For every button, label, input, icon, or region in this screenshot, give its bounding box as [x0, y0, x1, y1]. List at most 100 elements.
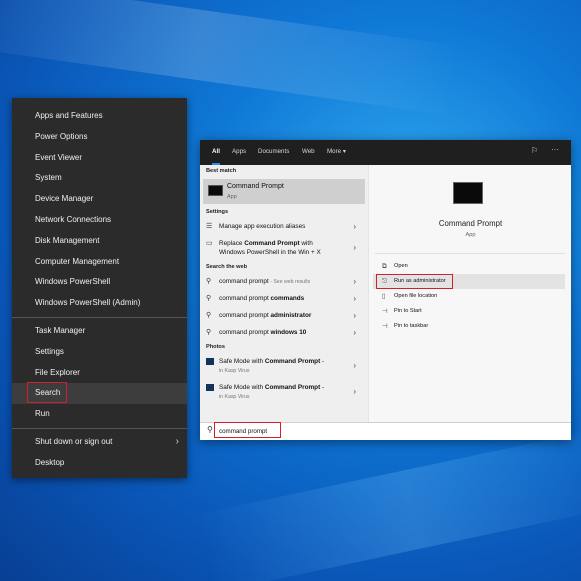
menu-divider	[12, 316, 187, 318]
pin-icon: ⊣	[382, 308, 388, 315]
menu-divider	[12, 427, 187, 429]
menu-item-powershell-admin[interactable]: Windows PowerShell (Admin)	[12, 293, 187, 314]
image-thumbnail-icon	[206, 384, 214, 391]
search-icon: ⚲	[207, 425, 213, 434]
menu-item-device-manager[interactable]: Device Manager	[12, 189, 187, 210]
folder-icon: ▯	[382, 293, 386, 300]
feedback-icon[interactable]: ⚐	[531, 146, 538, 155]
menu-item-task-manager[interactable]: Task Manager	[12, 321, 187, 342]
search-highlight-box	[27, 382, 67, 403]
action-label: Open file location	[394, 293, 438, 299]
search-panel: All Apps Documents Web More ▾ ⚐ ··· Best…	[200, 140, 571, 440]
photo-result[interactable]: Safe Mode with Command Prompt - in Kasp …	[200, 379, 368, 405]
settings-result[interactable]: ▭ Replace Command Prompt with Windows Po…	[200, 235, 368, 261]
open-icon: ⧉	[382, 263, 387, 270]
menu-item-label: Shut down or sign out	[35, 436, 113, 446]
menu-item-event-viewer[interactable]: Event Viewer	[12, 148, 187, 169]
menu-item-settings[interactable]: Settings	[12, 342, 187, 363]
result-label-bold: administrator	[270, 312, 312, 319]
menu-item-file-explorer[interactable]: File Explorer	[12, 363, 187, 384]
action-label: Open	[394, 263, 408, 269]
section-header: Photos	[206, 344, 225, 350]
result-label-bold: Command Prompt	[264, 384, 321, 391]
result-subtitle: App	[227, 194, 237, 200]
web-result[interactable]: ⚲ command prompt - See web results ›	[200, 273, 368, 290]
result-label: command prompt	[219, 312, 271, 319]
chevron-right-icon[interactable]: ›	[353, 218, 356, 235]
query-highlight-box	[214, 422, 281, 438]
winx-menu: Apps and Features Power Options Event Vi…	[12, 98, 187, 478]
result-label-post: -	[320, 358, 325, 365]
result-label-pre: Safe Mode with	[219, 358, 265, 365]
menu-item-computer-management[interactable]: Computer Management	[12, 252, 187, 273]
menu-item-desktop[interactable]: Desktop	[12, 453, 187, 474]
chevron-right-icon[interactable]: ›	[353, 273, 356, 290]
result-label-bold: windows 10	[270, 329, 307, 336]
tab-all[interactable]: All	[212, 140, 220, 165]
menu-item-system[interactable]: System	[12, 168, 187, 189]
result-label-bold: Command Prompt	[264, 358, 321, 365]
photo-result[interactable]: Safe Mode with Command Prompt - in Kasp …	[200, 353, 368, 379]
result-label-post: with	[299, 240, 313, 247]
search-icon: ⚲	[206, 278, 212, 285]
chevron-right-icon[interactable]: ›	[353, 387, 356, 396]
more-options-icon[interactable]: ···	[551, 145, 559, 154]
result-label: Manage app execution aliases	[219, 223, 306, 230]
action-pin-to-start[interactable]: ⊣ Pin to Start	[373, 304, 565, 319]
menu-item-run[interactable]: Run	[12, 404, 187, 425]
search-icon: ⚲	[206, 312, 212, 319]
web-result[interactable]: ⚲ command prompt windows 10 ›	[200, 324, 368, 341]
section-header: Search the web	[206, 264, 248, 270]
best-match-result[interactable]: Command Prompt App	[203, 179, 365, 204]
result-label-line2: Windows PowerShell in the Win + X	[219, 249, 321, 256]
chevron-right-icon[interactable]: ›	[353, 307, 356, 324]
menu-item-powershell[interactable]: Windows PowerShell	[12, 272, 187, 293]
settings-result[interactable]: ☰ Manage app execution aliases ›	[200, 218, 368, 235]
window-settings-icon: ▭	[206, 240, 213, 247]
action-label: Pin to Start	[394, 308, 422, 314]
result-label-bold: Command Prompt	[244, 240, 300, 247]
result-location: in Kasp Virus	[219, 394, 250, 400]
web-result[interactable]: ⚲ command prompt administrator ›	[200, 307, 368, 324]
tab-web[interactable]: Web	[302, 140, 315, 165]
results-list: Best match Command Prompt App Settings ☰…	[200, 165, 368, 422]
result-label: command prompt	[219, 329, 271, 336]
list-settings-icon: ☰	[206, 223, 213, 230]
result-hint: - See web results	[268, 279, 311, 285]
result-label-pre: Replace	[219, 240, 245, 247]
cmd-app-large-icon	[453, 182, 483, 204]
chevron-right-icon[interactable]: ›	[353, 361, 356, 370]
action-label: Pin to taskbar	[394, 323, 429, 329]
preview-divider	[375, 253, 565, 254]
preview-title: Command Prompt	[438, 219, 503, 228]
cmd-app-icon	[208, 185, 223, 196]
result-label: command prompt	[219, 295, 271, 302]
chevron-right-icon[interactable]: ›	[353, 243, 356, 252]
chevron-right-icon: ›	[175, 435, 179, 447]
menu-item-power-options[interactable]: Power Options	[12, 127, 187, 148]
menu-item-apps-features[interactable]: Apps and Features	[12, 106, 187, 127]
tab-more[interactable]: More ▾	[327, 140, 346, 165]
result-location: in Kasp Virus	[219, 368, 250, 374]
action-open[interactable]: ⧉ Open	[373, 259, 565, 274]
section-header: Settings	[206, 209, 229, 215]
tab-documents[interactable]: Documents	[258, 140, 289, 165]
menu-item-disk-management[interactable]: Disk Management	[12, 231, 187, 252]
menu-item-network-connections[interactable]: Network Connections	[12, 210, 187, 231]
action-pin-to-taskbar[interactable]: ⊣ Pin to taskbar	[373, 319, 565, 334]
tab-apps[interactable]: Apps	[232, 140, 246, 165]
search-tabs: All Apps Documents Web More ▾ ⚐ ···	[200, 140, 571, 165]
result-label-post: -	[320, 384, 325, 391]
wallpaper-light-beam	[196, 427, 581, 581]
chevron-right-icon[interactable]: ›	[353, 290, 356, 307]
run-as-admin-highlight-box	[376, 274, 453, 289]
menu-item-shutdown[interactable]: Shut down or sign out ›	[12, 432, 187, 453]
search-icon: ⚲	[206, 295, 212, 302]
chevron-right-icon[interactable]: ›	[353, 324, 356, 341]
result-label-pre: Safe Mode with	[219, 384, 265, 391]
preview-pane: Command Prompt App ⧉ Open ⎋ Run as admin…	[368, 165, 571, 422]
result-label: command prompt	[219, 278, 269, 285]
result-label-bold: commands	[270, 295, 305, 302]
web-result[interactable]: ⚲ command prompt commands ›	[200, 290, 368, 307]
action-open-file-location[interactable]: ▯ Open file location	[373, 289, 565, 304]
